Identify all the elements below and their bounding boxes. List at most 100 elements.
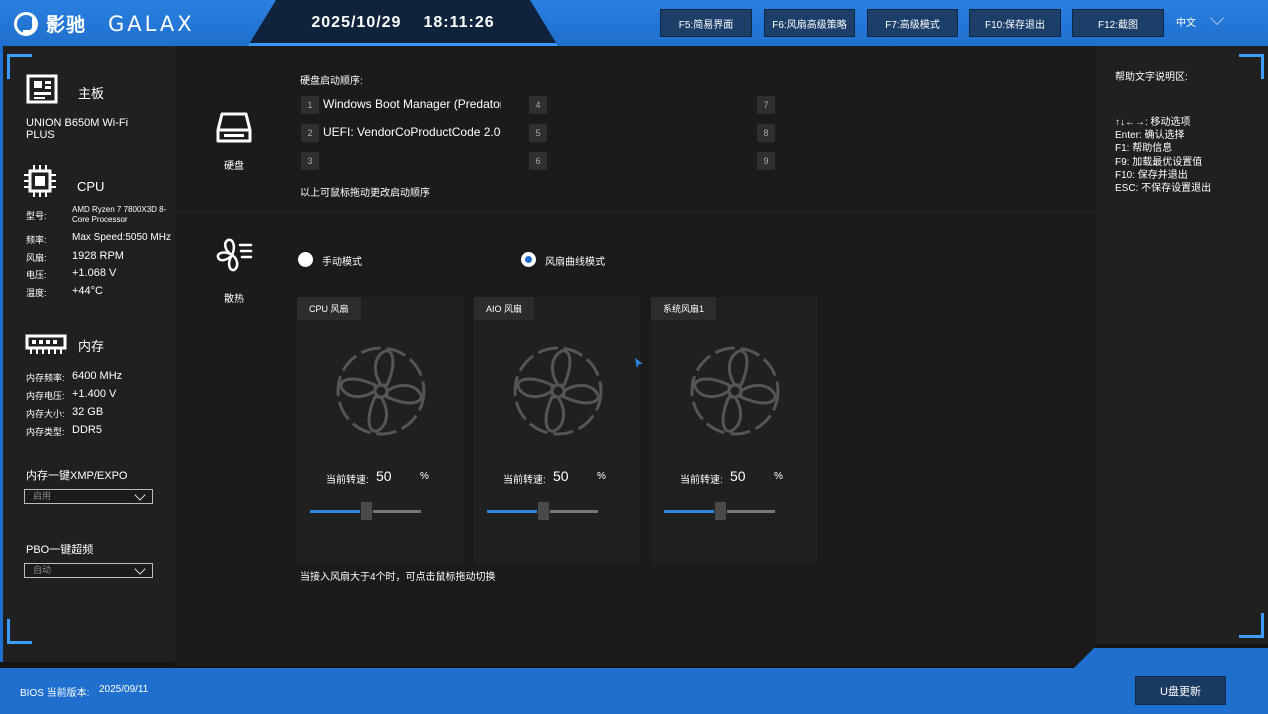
mouse-cursor-icon <box>635 358 643 368</box>
manual-mode-radio[interactable] <box>298 252 313 267</box>
cpu-model-value: AMD Ryzen 7 7800X3D 8-Core Processor <box>72 205 167 224</box>
motherboard-name: UNION B650M Wi-Fi PLUS <box>26 117 129 141</box>
fan-card-system1: 系统风扇1 当前转速: 50 % <box>651 297 818 562</box>
bios-version-value: 2025/09/11 <box>99 684 149 695</box>
fan-card-title: AIO 风扇 <box>474 297 535 320</box>
pbo-select[interactable]: 自动 <box>24 563 153 578</box>
cooling-fan-icon <box>216 238 253 272</box>
boot-slot-number: 2 <box>301 124 319 142</box>
fan-icon <box>336 346 426 436</box>
pbo-label: PBO一键超频 <box>26 544 94 556</box>
boot-slot-1[interactable]: Windows Boot Manager (Predator <box>323 97 501 111</box>
cpu-temp-label: 温度: <box>26 288 47 298</box>
help-title: 帮助文字说明区: <box>1115 72 1188 83</box>
pbo-select-value: 自动 <box>33 565 52 575</box>
cpu-freq-label: 频率: <box>26 235 47 245</box>
mem-size-label: 内存大小: <box>26 409 65 419</box>
boot-order-title: 硬盘启动顺序: <box>300 76 363 87</box>
cpu-title: CPU <box>77 179 105 194</box>
cpu-voltage-label: 电压: <box>26 270 47 280</box>
fan-card-aio: AIO 风扇 当前转速: 50 % <box>474 297 641 562</box>
language-select[interactable]: 中文 <box>1176 14 1196 29</box>
cpu-freq-value: Max Speed:5050 MHz <box>72 232 171 243</box>
current-speed-value: 50 <box>553 468 569 484</box>
bios-screen: 影驰 GALAX 2025/10/29 18:11:26 F5:简易界面 F6:… <box>0 0 1268 714</box>
boot-slot-number: 4 <box>529 96 547 114</box>
cpu-fan-label: 风扇: <box>26 253 47 263</box>
cpu-temp-value: +44°C <box>72 285 104 297</box>
cpu-voltage-value: +1.068 V <box>72 267 117 279</box>
current-speed-label: 当前转速: <box>326 475 369 486</box>
fan-curve-mode-label: 风扇曲线模式 <box>545 257 605 268</box>
mem-freq-label: 内存频率: <box>26 373 65 383</box>
header-bar: 影驰 GALAX 2025/10/29 18:11:26 F5:简易界面 F6:… <box>0 0 1268 46</box>
fan-speed-slider[interactable] <box>487 501 598 521</box>
boot-slot-number: 6 <box>529 152 547 170</box>
fan-speed-slider[interactable] <box>664 501 775 521</box>
slider-handle[interactable] <box>359 501 373 521</box>
fan-curve-mode-radio[interactable] <box>521 252 536 267</box>
xmp-select-value: 启用 <box>33 491 52 501</box>
f6-fan-strategy-button[interactable]: F6:风扇高级策略 <box>764 9 855 37</box>
speed-unit: % <box>420 471 429 482</box>
usb-update-button[interactable]: U盘更新 <box>1135 676 1226 705</box>
current-speed-value: 50 <box>730 468 746 484</box>
f5-easy-mode-button[interactable]: F5:简易界面 <box>660 9 752 37</box>
boot-slot-number: 5 <box>529 124 547 142</box>
mem-voltage-label: 内存电压: <box>26 391 65 401</box>
date-display: 2025/10/29 <box>311 14 402 31</box>
mem-type-value: DDR5 <box>72 424 102 436</box>
slider-fill <box>487 510 543 513</box>
speed-unit: % <box>774 471 783 482</box>
f10-save-exit-button[interactable]: F10:保存退出 <box>969 9 1061 37</box>
help-line: F1: 帮助信息 <box>1115 143 1173 154</box>
motherboard-icon <box>26 74 58 104</box>
manual-mode-label: 手动模式 <box>322 257 362 268</box>
hard-drive-icon <box>216 112 252 143</box>
f12-screenshot-button[interactable]: F12:截图 <box>1072 9 1164 37</box>
boot-slot-number: 7 <box>757 96 775 114</box>
chevron-down-icon <box>134 563 146 575</box>
boot-slot-number: 9 <box>757 152 775 170</box>
xmp-select[interactable]: 启用 <box>24 489 153 504</box>
boot-order-hint: 以上可鼠标拖动更改启动顺序 <box>300 188 430 199</box>
motherboard-title: 主板 <box>78 86 105 101</box>
cpu-icon <box>24 165 56 197</box>
boot-slot-number: 8 <box>757 124 775 142</box>
boot-slot-number: 1 <box>301 96 319 114</box>
chevron-down-icon <box>134 489 146 501</box>
mem-size-value: 32 GB <box>72 406 104 418</box>
fan-speed-slider[interactable] <box>310 501 421 521</box>
speed-unit: % <box>597 471 606 482</box>
current-speed-label: 当前转速: <box>503 475 546 486</box>
xmp-label: 内存一键XMP/EXPO <box>26 470 128 482</box>
fan-card-title: 系统风扇1 <box>651 297 717 320</box>
mem-voltage-value: +1.400 V <box>72 388 117 400</box>
footer-accent <box>1074 648 1268 668</box>
brand-cn: 影驰 <box>46 15 87 36</box>
brand-logo-icon <box>14 11 38 36</box>
fan-card-cpu: CPU 风扇 当前转速: 50 % <box>297 297 464 562</box>
datetime-bar: 2025/10/29 18:11:26 <box>248 0 558 46</box>
memory-icon <box>25 334 67 354</box>
boot-slot-number: 3 <box>301 152 319 170</box>
cpu-model-label: 型号: <box>26 211 47 221</box>
bios-version-label: BIOS 当前版本: <box>20 688 90 699</box>
section-divider <box>175 211 1096 212</box>
fan-switch-hint: 当接入风扇大于4个时，可点击鼠标拖动切换 <box>300 572 496 583</box>
f7-advanced-mode-button[interactable]: F7:高级模式 <box>867 9 958 37</box>
fan-icon <box>690 346 780 436</box>
slider-handle[interactable] <box>713 501 727 521</box>
slider-fill <box>310 510 366 513</box>
mem-freq-value: 6400 MHz <box>72 370 123 382</box>
fan-icon <box>513 346 603 436</box>
brand-en: GALAX <box>108 11 195 36</box>
current-speed-value: 50 <box>376 468 392 484</box>
boot-section-label: 硬盘 <box>224 161 244 172</box>
footer-bar: BIOS 当前版本: 2025/09/11 <box>0 668 1268 714</box>
memory-title: 内存 <box>78 339 105 354</box>
slider-handle[interactable] <box>536 501 550 521</box>
chevron-down-icon[interactable] <box>1209 10 1225 26</box>
fan-card-title: CPU 风扇 <box>297 297 361 320</box>
boot-slot-2[interactable]: UEFI: VendorCoProductCode 2.00, <box>323 125 501 139</box>
